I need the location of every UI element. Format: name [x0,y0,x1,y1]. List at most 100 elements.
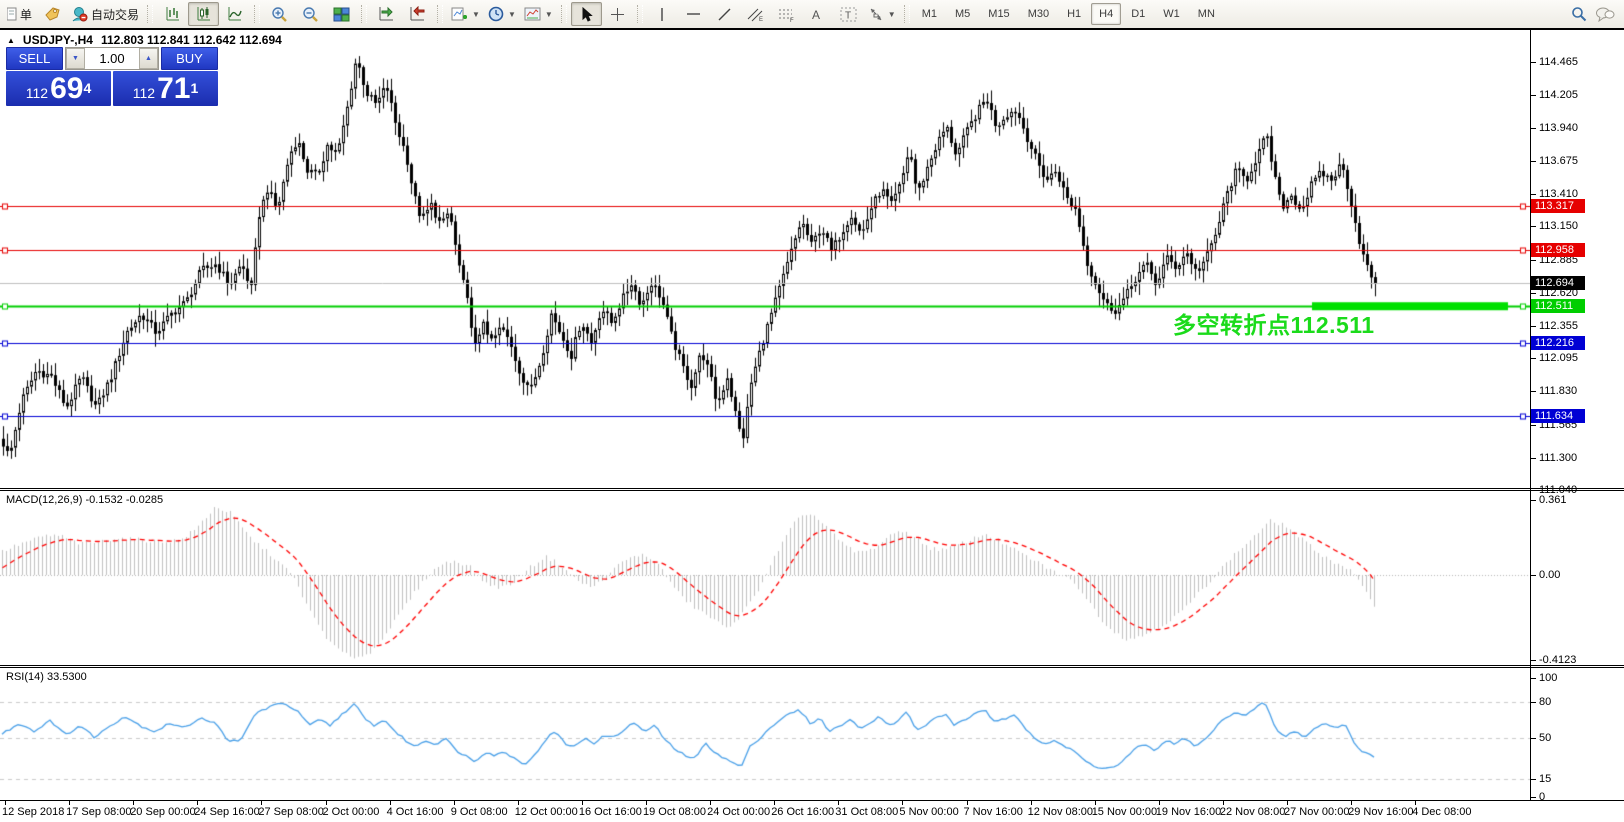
timeframe-button-w1[interactable]: W1 [1155,3,1188,25]
templates-button[interactable]: ▼ [520,2,557,26]
tile-windows-icon [333,7,350,22]
macd-indicator-canvas[interactable] [0,491,1530,665]
text-tool-button[interactable]: A [802,2,833,26]
new-order-icon [7,7,17,21]
buy-price-sup: 1 [190,71,198,105]
new-chart-button[interactable]: ▼ [447,2,484,26]
periods-button[interactable]: ▼ [484,2,520,26]
sell-button[interactable]: SELL [6,47,63,70]
price-chart-canvas[interactable] [0,30,1530,488]
scale-tick [1531,678,1536,679]
bar-chart-mode-button[interactable] [157,2,188,26]
panel-divider[interactable] [0,665,1624,666]
autotrading-label: 自动交易 [91,6,139,23]
time-tick [326,801,327,805]
fibonacci-tool-button[interactable]: F [771,2,802,26]
buy-button[interactable]: BUY [161,47,218,70]
timeframe-button-h1[interactable]: H1 [1059,3,1089,25]
zoom-in-button[interactable] [264,2,295,26]
channel-tool-button[interactable]: E [740,2,771,26]
scale-tick [1531,702,1536,703]
buy-price-big: 71 [157,74,190,104]
zoom-out-button[interactable] [295,2,326,26]
timeframe-button-m1[interactable]: M1 [914,3,945,25]
chart-title: ▲ USDJPY-,H4 112.803 112.841 112.642 112… [7,33,282,47]
timeframe-button-mn[interactable]: MN [1190,3,1223,25]
toolbar-gripper [437,5,443,23]
text-label-tool-button[interactable]: T [833,2,864,26]
search-icon[interactable] [1571,6,1587,22]
time-tick-label: 19 Nov 16:00 [1156,806,1221,818]
timeframe-button-m30[interactable]: M30 [1020,3,1057,25]
svg-text:E: E [759,17,763,22]
volume-value[interactable]: 1.00 [85,48,139,69]
autotrading-button[interactable]: 自动交易 [67,2,143,26]
price-level-label: 112.216 [1531,336,1585,350]
scale-tick-label: 100 [1539,672,1557,685]
timeframe-button-m15[interactable]: M15 [980,3,1017,25]
sell-price-big: 69 [50,74,83,104]
timeframe-button-d1[interactable]: D1 [1123,3,1153,25]
scale-tick [1531,797,1536,798]
scale-tick [1531,458,1536,459]
scale-tick [1531,779,1536,780]
new-order-button[interactable]: 单 [3,2,36,26]
time-scale[interactable]: 12 Sep 201817 Sep 08:0020 Sep 00:0024 Se… [0,801,1624,822]
time-tick-label: 27 Sep 08:00 [258,806,323,818]
horizontal-line-tool-button[interactable] [678,2,709,26]
chart-symbol-period: USDJPY-,H4 [23,33,93,47]
template-icon [524,7,541,21]
tile-windows-button[interactable] [326,2,357,26]
buy-price-display[interactable]: 112 71 1 [113,71,218,106]
time-tick-label: 9 Oct 08:00 [451,806,508,818]
chat-icon[interactable] [1595,6,1615,22]
panel-divider[interactable] [0,488,1624,489]
time-tick [133,801,134,805]
dropdown-arrow-icon: ▼ [888,10,896,19]
time-tick [518,801,519,805]
timeframe-button-h4[interactable]: H4 [1091,3,1121,25]
one-click-trading-panel: SELL ▼ 1.00 ▲ BUY 112 69 4 112 71 1 [6,47,218,106]
tag-icon [43,6,61,22]
time-tick-label: 16 Oct 16:00 [579,806,642,818]
time-tick [197,801,198,805]
line-chart-mode-button[interactable] [219,2,250,26]
buy-price-small: 112 [133,82,155,104]
equidistant-channel-icon: E [747,7,764,22]
cursor-tool-button[interactable] [571,2,602,26]
candlestick-mode-button[interactable] [188,2,219,26]
time-tick [646,801,647,805]
chart-shift-button[interactable] [402,2,433,26]
time-tick [1351,801,1352,805]
volume-spinner: ▼ 1.00 ▲ [65,47,159,70]
scale-tick [1531,358,1536,359]
pivot-annotation-text[interactable]: 多空转折点112.511 [1173,306,1375,340]
time-tick-label: 5 Nov 00:00 [899,806,958,818]
timeframe-toolbar: M1M5M15M30H1H4D1W1MN [914,3,1223,25]
sell-price-display[interactable]: 112 69 4 [6,71,111,106]
time-tick [390,801,391,805]
trendline-tool-button[interactable] [709,2,740,26]
scale-tick [1531,293,1536,294]
arrows-tool-button[interactable]: ▼ [864,2,900,26]
timeframe-button-m5[interactable]: M5 [947,3,978,25]
scale-tick-label: 80 [1539,696,1551,709]
dropdown-arrow-icon: ▼ [508,10,516,19]
scale-tick [1531,500,1536,501]
scale-tick [1531,490,1536,491]
price-scale[interactable]: 114.465114.205113.940113.675113.410113.1… [1531,30,1624,800]
auto-scroll-button[interactable] [371,2,402,26]
price-level-label: 113.317 [1531,199,1585,213]
collapse-triangle-icon[interactable]: ▲ [7,36,15,45]
rsi-indicator-canvas[interactable] [0,668,1530,800]
favorites-button[interactable] [36,2,67,26]
volume-increase-button[interactable]: ▲ [139,48,158,69]
candlestick-icon [196,6,212,22]
time-tick [967,801,968,805]
chart-ohlc-values: 112.803 112.841 112.642 112.694 [101,33,282,47]
dropdown-arrow-icon: ▼ [545,10,553,19]
volume-decrease-button[interactable]: ▼ [66,48,85,69]
crosshair-tool-button[interactable] [602,2,633,26]
vertical-line-tool-button[interactable] [647,2,678,26]
scale-tick [1531,95,1536,96]
